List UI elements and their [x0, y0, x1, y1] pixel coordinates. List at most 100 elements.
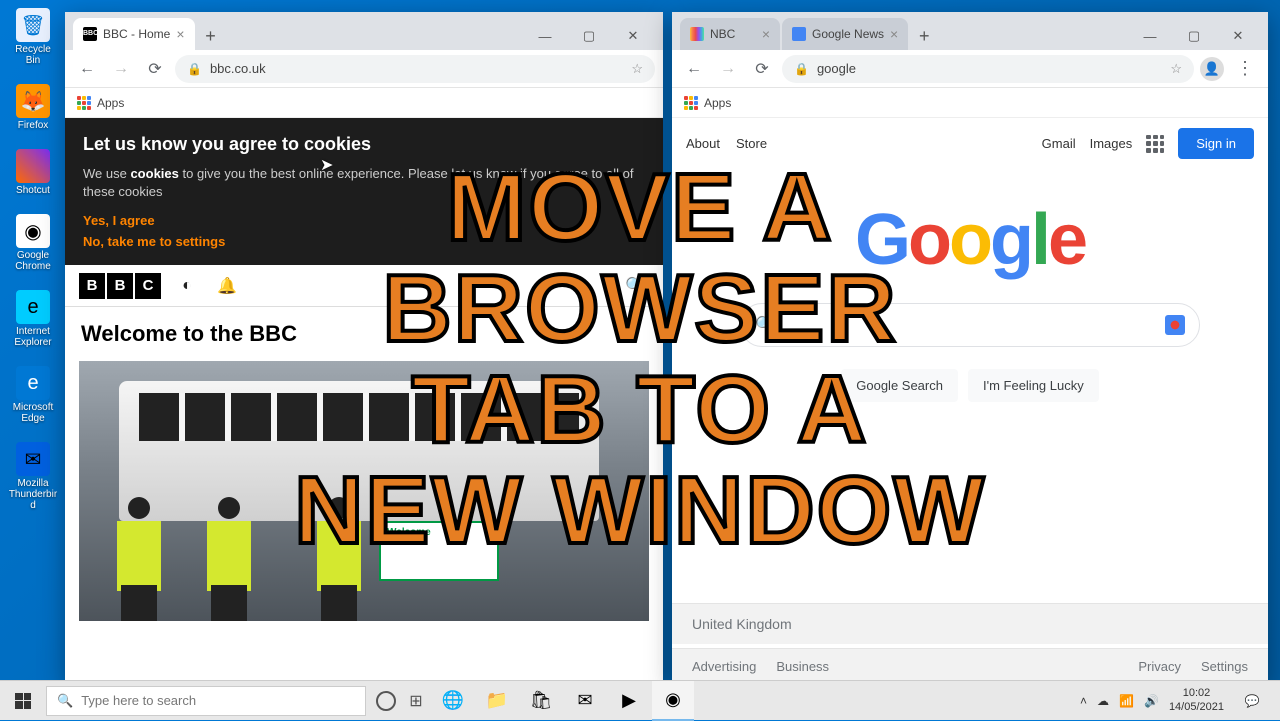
- tray-chevron-icon[interactable]: ˄: [1080, 694, 1087, 708]
- page-content: About Store Gmail Images Sign in Google …: [672, 118, 1268, 684]
- cookie-agree-link[interactable]: Yes, I agree: [83, 213, 645, 228]
- tab-label: NBC: [710, 27, 756, 41]
- search-icon[interactable]: 🔍: [621, 272, 649, 300]
- bookmark-bar: Apps: [672, 88, 1268, 118]
- search-field[interactable]: [785, 317, 1155, 334]
- google-search-button[interactable]: Google Search: [841, 369, 958, 402]
- apps-icon[interactable]: [684, 96, 698, 110]
- forward-button[interactable]: →: [714, 55, 742, 83]
- start-button[interactable]: [0, 681, 46, 721]
- tab-google-news[interactable]: Google News ×: [782, 18, 908, 50]
- footer-settings[interactable]: Settings: [1201, 659, 1248, 674]
- desktop-icons: 🗑Recycle Bin 🦊Firefox Shotcut ◉Google Ch…: [8, 8, 66, 511]
- browser-window-right: NBC × Google News × + — ▢ ✕ ← → ⟳ 🔒 goog…: [672, 12, 1268, 684]
- wifi-icon[interactable]: 📶: [1119, 694, 1134, 708]
- googlenews-favicon-icon: [792, 27, 806, 41]
- explorer-taskbar-icon[interactable]: 📁: [476, 681, 518, 721]
- bbc-page-heading: Welcome to the BBC: [65, 307, 663, 361]
- lock-icon: 🔒: [794, 62, 809, 76]
- edge-icon[interactable]: eMicrosoft Edge: [8, 366, 58, 424]
- profile-avatar-icon[interactable]: 👤: [1200, 57, 1224, 81]
- about-link[interactable]: About: [686, 136, 720, 151]
- volume-icon[interactable]: 🔊: [1144, 694, 1159, 708]
- cookie-settings-link[interactable]: No, take me to settings: [83, 234, 645, 249]
- cortana-icon[interactable]: [376, 691, 396, 711]
- google-logo-icon: Google: [672, 199, 1268, 281]
- chrome-icon[interactable]: ◉Google Chrome: [8, 214, 58, 272]
- apps-icon[interactable]: [77, 96, 91, 110]
- new-tab-button[interactable]: +: [910, 22, 938, 50]
- ie-icon[interactable]: eInternet Explorer: [8, 290, 58, 348]
- images-link[interactable]: Images: [1090, 136, 1133, 151]
- footer-advertising[interactable]: Advertising: [692, 659, 756, 674]
- reload-button[interactable]: ⟳: [748, 55, 776, 83]
- mic-icon[interactable]: [1165, 315, 1185, 335]
- search-icon: 🔍: [57, 693, 73, 709]
- maximize-button[interactable]: ▢: [1172, 22, 1216, 50]
- maximize-button[interactable]: ▢: [567, 22, 611, 50]
- chrome-taskbar-icon[interactable]: ◉: [652, 681, 694, 721]
- bookmark-star-icon[interactable]: ☆: [1170, 61, 1182, 77]
- country-label: United Kingdom: [672, 603, 1268, 644]
- window-controls: — ▢ ✕: [1128, 22, 1260, 50]
- bbc-logo-icon[interactable]: BBC: [79, 273, 161, 299]
- recycle-bin-icon[interactable]: 🗑Recycle Bin: [8, 8, 58, 66]
- bookmark-bar: Apps: [65, 88, 663, 118]
- store-link[interactable]: Store: [736, 136, 767, 151]
- apps-label[interactable]: Apps: [97, 96, 124, 110]
- lock-icon: 🔒: [187, 62, 202, 76]
- page-content: Let us know you agree to cookies We use …: [65, 118, 663, 684]
- taskview-icon[interactable]: ⊞: [406, 691, 426, 711]
- nbc-favicon-icon: [690, 27, 704, 41]
- footer-business[interactable]: Business: [776, 659, 829, 674]
- apps-grid-icon[interactable]: [1146, 135, 1164, 153]
- signin-button[interactable]: Sign in: [1178, 128, 1254, 159]
- forward-button[interactable]: →: [107, 55, 135, 83]
- mail-taskbar-icon[interactable]: ✉: [564, 681, 606, 721]
- reload-button[interactable]: ⟳: [141, 55, 169, 83]
- url-text: bbc.co.uk: [210, 61, 266, 76]
- bbc-hero-image[interactable]: [79, 361, 649, 621]
- back-button[interactable]: ←: [680, 55, 708, 83]
- url-bar[interactable]: 🔒 bbc.co.uk ☆: [175, 55, 655, 83]
- footer-privacy[interactable]: Privacy: [1138, 659, 1181, 674]
- apps-label[interactable]: Apps: [704, 96, 731, 110]
- clock[interactable]: 10:02 14/05/2021: [1169, 687, 1224, 713]
- url-bar[interactable]: 🔒 google ☆: [782, 55, 1194, 83]
- store-taskbar-icon[interactable]: 🛍: [520, 681, 562, 721]
- back-button[interactable]: ←: [73, 55, 101, 83]
- signin-icon[interactable]: ◐: [173, 272, 201, 300]
- tab-close-icon[interactable]: ×: [762, 26, 770, 42]
- tab-label: BBC - Home: [103, 27, 170, 41]
- google-header: About Store Gmail Images Sign in: [672, 118, 1268, 169]
- system-tray: ˄ ☁ 📶 🔊 10:02 14/05/2021 💬: [1070, 681, 1280, 721]
- onedrive-icon[interactable]: ☁: [1097, 694, 1109, 708]
- url-text: google: [817, 61, 856, 76]
- tab-close-icon[interactable]: ×: [176, 26, 184, 42]
- window-controls: — ▢ ✕: [523, 22, 655, 50]
- menu-icon[interactable]: ⋮: [1230, 58, 1260, 79]
- minimize-button[interactable]: —: [1128, 22, 1172, 50]
- bbc-nav: BBC ◐ 🔔 🔍: [65, 265, 663, 307]
- notification-icon[interactable]: 💬: [1234, 681, 1270, 721]
- tab-nbc[interactable]: NBC ×: [680, 18, 780, 50]
- shotcut-icon[interactable]: Shotcut: [8, 149, 58, 196]
- bookmark-star-icon[interactable]: ☆: [631, 61, 643, 77]
- new-tab-button[interactable]: +: [197, 22, 225, 50]
- close-button[interactable]: ✕: [611, 22, 655, 50]
- toolbar: ← → ⟳ 🔒 google ☆ 👤 ⋮: [672, 50, 1268, 88]
- bbc-favicon-icon: BBC: [83, 27, 97, 41]
- media-taskbar-icon[interactable]: ▶: [608, 681, 650, 721]
- gmail-link[interactable]: Gmail: [1042, 136, 1076, 151]
- taskbar-search[interactable]: 🔍 Type here to search: [46, 686, 366, 716]
- lucky-button[interactable]: I'm Feeling Lucky: [968, 369, 1099, 402]
- search-input[interactable]: 🔍: [740, 303, 1200, 347]
- edge-taskbar-icon[interactable]: 🌐: [432, 681, 474, 721]
- minimize-button[interactable]: —: [523, 22, 567, 50]
- tab-close-icon[interactable]: ×: [890, 26, 898, 42]
- tab-bbc[interactable]: BBC BBC - Home ×: [73, 18, 195, 50]
- thunderbird-icon[interactable]: ✉Mozilla Thunderbird: [8, 442, 58, 511]
- notifications-icon[interactable]: 🔔: [213, 272, 241, 300]
- close-button[interactable]: ✕: [1216, 22, 1260, 50]
- firefox-icon[interactable]: 🦊Firefox: [8, 84, 58, 131]
